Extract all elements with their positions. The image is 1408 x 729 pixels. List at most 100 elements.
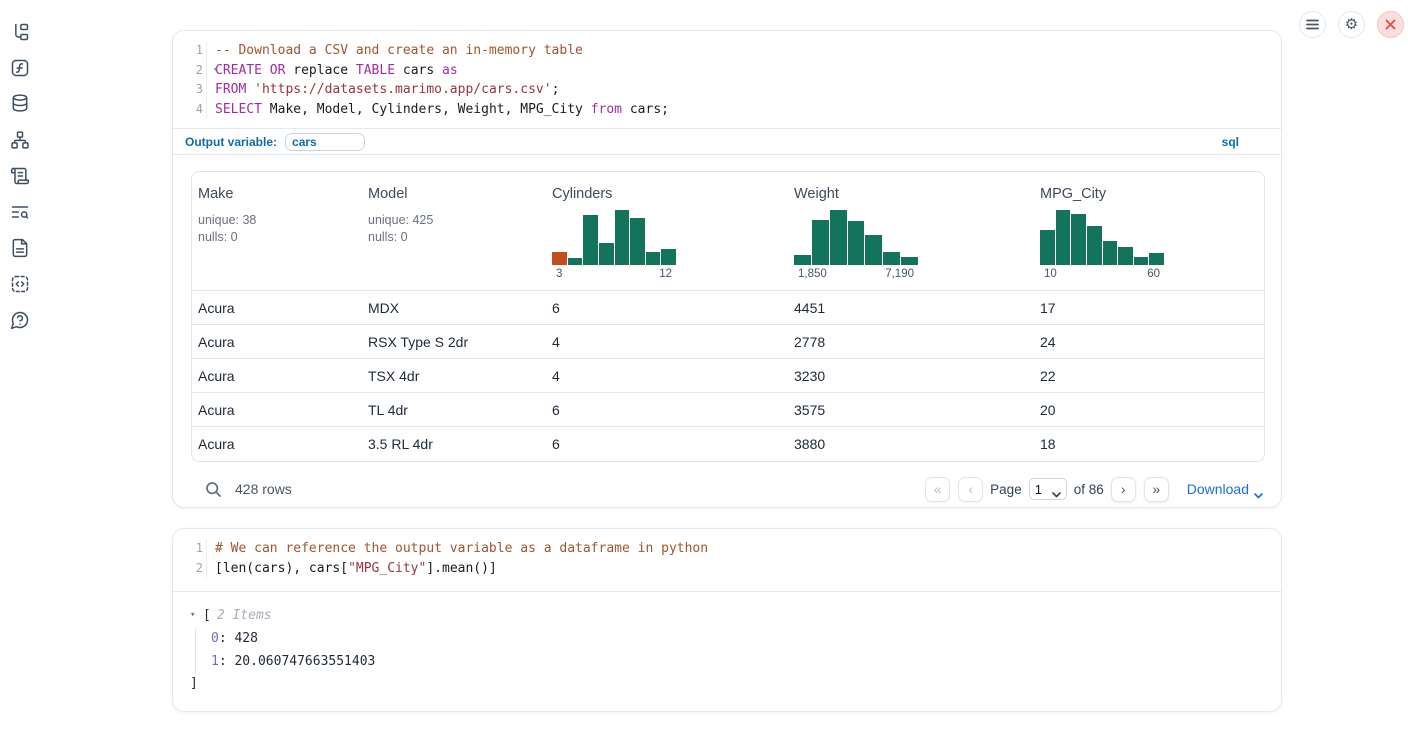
search-icon[interactable] [205, 481, 222, 498]
code-token: 'https://datasets.marimo.app/cars.csv' [254, 82, 551, 97]
code-text: -- Download a CSV and create an in-memor… [207, 41, 583, 61]
table-cell: 2778 [788, 334, 1034, 350]
python-code-editor[interactable]: 1 # We can reference the output variable … [173, 529, 1281, 592]
entry-key: 0 [211, 631, 219, 646]
histogram-bar [583, 215, 598, 266]
download-label: Download [1187, 481, 1249, 497]
entry-value: : 20.060747663551403 [219, 654, 376, 669]
table-cell: Acura [192, 334, 362, 350]
histogram-bar [1134, 257, 1149, 266]
histogram [794, 210, 918, 265]
histogram-axis-labels: 1,8507,190 [794, 268, 918, 280]
list-entry: 0: 428 [211, 628, 1281, 651]
line-number: 1 [173, 539, 207, 559]
histogram-bar [812, 220, 829, 265]
menu-icon[interactable] [1299, 11, 1326, 38]
histogram-bar [1149, 253, 1164, 266]
table-cell: 22 [1034, 368, 1264, 384]
table-header-cell[interactable]: Make unique: 38nulls: 0 [192, 172, 362, 290]
list-items-count: 2 Items [217, 608, 272, 623]
histogram-max-label: 7,190 [885, 268, 914, 280]
table-header-cell[interactable]: Weight1,8507,190 [788, 172, 1034, 290]
code-token: SELECT [215, 102, 262, 117]
table-cell: 4 [546, 368, 788, 384]
code-token [262, 63, 270, 78]
code-text: # We can reference the output variable a… [207, 539, 708, 559]
histogram-bar [1040, 230, 1055, 266]
column-stats: unique: 38nulls: 0 [198, 212, 354, 245]
code-token: TABLE [356, 63, 395, 78]
code-token: from [591, 102, 622, 117]
dependency-graph-icon[interactable] [10, 130, 30, 150]
code-token: -- Download a CSV and create an in-memor… [215, 43, 583, 58]
close-icon[interactable] [1377, 11, 1404, 38]
histogram-min-label: 10 [1044, 268, 1057, 280]
table-cell: Acura [192, 368, 362, 384]
table-cell: TL 4dr [362, 402, 546, 418]
column-title: Make [198, 186, 354, 202]
code-snippet-icon[interactable] [10, 274, 30, 294]
histogram [552, 210, 676, 265]
row-count: 428 rows [235, 481, 292, 497]
table-header-cell[interactable]: Cylinders312 [546, 172, 788, 290]
prev-page-button[interactable]: ‹ [958, 477, 983, 502]
download-button[interactable]: Download [1187, 481, 1263, 497]
last-page-button[interactable]: » [1144, 477, 1169, 502]
output-variable-row: Output variable: sql [173, 128, 1281, 155]
table-cell: 6 [546, 300, 788, 316]
file-tree-icon[interactable] [10, 22, 30, 42]
database-icon[interactable] [10, 93, 30, 113]
table-row: AcuraMDX6445117 [192, 291, 1264, 325]
code-token: Make, Model, Cylinders, Weight, MPG_City [262, 102, 591, 117]
fold-chevron-icon[interactable]: ▾ [213, 61, 218, 81]
histogram-max-label: 12 [659, 268, 672, 280]
code-line: 1 # We can reference the output variable … [173, 539, 1281, 559]
code-token: [len(cars), cars[ [215, 561, 348, 576]
column-stat-line: nulls: 0 [198, 229, 354, 246]
function-icon[interactable] [10, 58, 30, 78]
histogram-bar [865, 235, 882, 265]
table-header-cell[interactable]: Modelunique: 425nulls: 0 [362, 172, 546, 290]
histogram-axis-labels: 1060 [1040, 268, 1164, 280]
table-cell: 4 [546, 334, 788, 350]
line-number: 3 [173, 80, 207, 100]
output-variable-label: Output variable: [185, 135, 277, 149]
histogram-bar [1087, 226, 1102, 266]
table-cell: 3230 [788, 368, 1034, 384]
code-text: CREATE OR replace TABLE cars as [207, 61, 458, 81]
document-icon[interactable] [10, 238, 30, 258]
column-title: Model [368, 186, 538, 202]
code-token: "MPG_City" [348, 561, 426, 576]
table-header-cell[interactable]: MPG_City 1060 [1034, 172, 1264, 290]
histogram-bar [1071, 214, 1086, 266]
histogram-bar [794, 255, 811, 265]
first-page-button[interactable]: « [925, 477, 950, 502]
histogram-bar [830, 210, 847, 265]
next-page-button[interactable]: › [1111, 477, 1136, 502]
code-line: 3FROM 'https://datasets.marimo.app/cars.… [173, 80, 1281, 100]
settings-gear-icon[interactable]: ⚙ [1338, 11, 1365, 38]
table-cell: 3880 [788, 436, 1034, 452]
histogram-bar [1103, 241, 1118, 266]
chevron-down-icon [1254, 486, 1263, 492]
line-number: 4 [173, 100, 207, 120]
sidebar [0, 0, 44, 729]
table-row: AcuraTSX 4dr4323022 [192, 359, 1264, 393]
output-variable-input[interactable] [285, 133, 365, 151]
scroll-script-icon[interactable] [10, 166, 30, 186]
histogram-bar [1056, 210, 1071, 265]
column-title: MPG_City [1040, 186, 1256, 202]
sql-cell: 1 -- Download a CSV and create an in-memo… [172, 30, 1282, 508]
pagination: « ‹ Page 1 of 86 › » Download [925, 477, 1263, 502]
column-title: Cylinders [552, 186, 780, 202]
sql-code-editor[interactable]: 1-- Download a CSV and create an in-memo… [173, 31, 1281, 128]
table-cell: Acura [192, 402, 362, 418]
histogram-bar [615, 210, 630, 265]
code-token: cars [395, 63, 442, 78]
page-select[interactable]: 1 [1029, 478, 1067, 500]
table-cell: 6 [546, 436, 788, 452]
code-token: # We can reference the output variable a… [215, 541, 708, 556]
collapse-chevron-icon[interactable]: ▾ [190, 610, 203, 620]
logs-search-icon[interactable] [10, 202, 30, 222]
help-chat-icon[interactable] [10, 310, 30, 330]
